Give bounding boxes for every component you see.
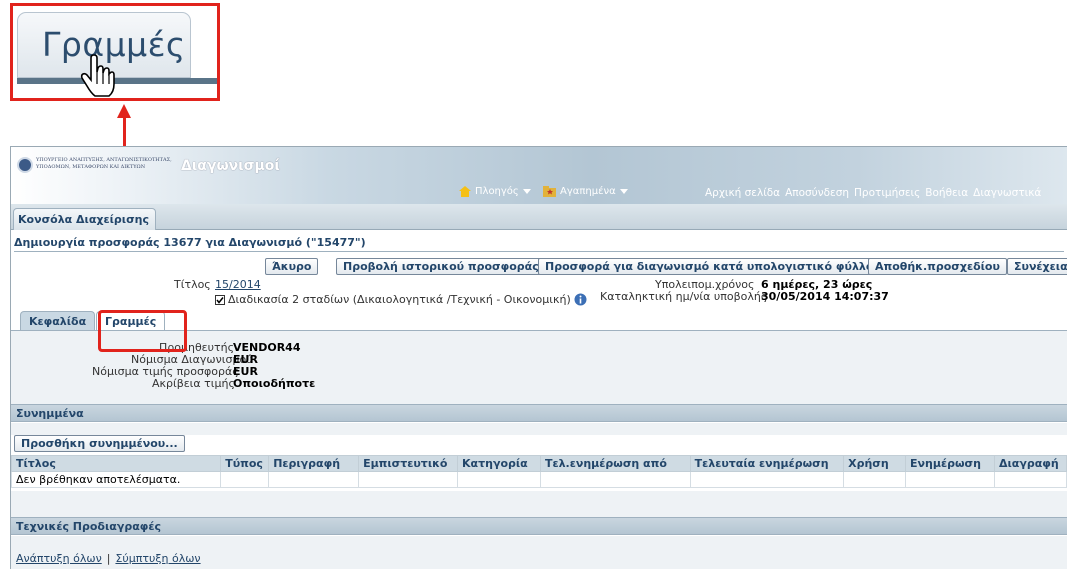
- tech-specs-section-header: Τεχνικές Προδιαγραφές: [11, 517, 1067, 535]
- collapse-all-link[interactable]: Σύμπτυξη όλων: [115, 552, 200, 565]
- admin-console-tab[interactable]: Κονσόλα Διαχείρισης: [13, 208, 156, 230]
- attachments-section-header: Συνημμένα: [11, 404, 1067, 422]
- column-header[interactable]: Τύπος: [220, 455, 270, 472]
- chevron-down-icon: [522, 189, 531, 194]
- zoom-tab-underline: [17, 78, 217, 84]
- attachments-table: Τίτλος Τύπος Περιγραφή Εμπιστευτικό Κατη…: [11, 455, 1067, 488]
- emblem-icon: [17, 157, 33, 173]
- zoom-callout: Γραμμές: [10, 3, 220, 101]
- table-cell: [358, 471, 459, 488]
- chevron-down-icon: [619, 189, 628, 194]
- deadline-value: 30/05/2014 14:07:37: [761, 290, 889, 303]
- ministry-logo: ΥΠΟΥΡΓΕΙΟ ΑΝΑΠΤΥΞΗΣ, ΑΝΤΑΓΩΝΙΣΤΙΚΟΤΗΤΑΣ,…: [17, 157, 176, 173]
- page-title: Δημιουργία προσφοράς 13677 για Διαγωνισμ…: [14, 236, 1064, 252]
- column-header[interactable]: Τελ.ενημέρωση από: [539, 455, 691, 472]
- attachments-spacer: [11, 423, 1067, 435]
- expand-all-link[interactable]: Ανάπτυξη όλων: [16, 552, 102, 565]
- table-cell: [993, 471, 1067, 488]
- continue-button[interactable]: Συνέχεια: [1007, 258, 1067, 275]
- favorites-menu[interactable]: Αγαπημένα: [543, 186, 628, 197]
- title-value-link[interactable]: 15/2014: [215, 278, 261, 291]
- hand-cursor-icon: [80, 54, 115, 97]
- column-header[interactable]: Εμπιστευτικό: [358, 455, 459, 472]
- table-cell: [220, 471, 270, 488]
- spreadsheet-bid-button[interactable]: Προσφορά για διαγωνισμό κατά υπολογιστικ…: [538, 258, 881, 275]
- add-attachment-button[interactable]: Προσθήκη συνημμένου...: [14, 435, 185, 452]
- table-row: Δεν βρέθηκαν αποτελέσματα.: [11, 471, 1067, 488]
- column-header[interactable]: Κατηγορία: [457, 455, 541, 472]
- navigator-label: Πλοηγός: [475, 186, 519, 197]
- two-stage-row: Διαδικασία 2 σταδίων (Δικαιολογητικά /Τε…: [215, 293, 587, 306]
- preferences-link[interactable]: Προτιμήσεις: [854, 187, 920, 199]
- cancel-button[interactable]: Άκυρο: [265, 258, 319, 275]
- cancel-button-label: Άκυρο: [272, 260, 312, 273]
- lines-tab-highlight: [98, 310, 187, 352]
- table-cell: [843, 471, 907, 488]
- table-cell: [268, 471, 360, 488]
- column-header[interactable]: Τίτλος: [11, 455, 222, 472]
- column-header[interactable]: Διαγραφή: [993, 455, 1067, 472]
- header-band: [11, 204, 1067, 230]
- info-icon[interactable]: [574, 293, 587, 306]
- deadline-label: Καταληκτική ημ/νία υποβολής: [600, 290, 768, 303]
- spacer-band: [11, 491, 1067, 517]
- favorites-label: Αγαπημένα: [560, 186, 616, 197]
- logout-link[interactable]: Αποσύνδεση: [785, 187, 849, 199]
- tab-header[interactable]: Κεφαλίδα: [20, 311, 96, 331]
- logo-text: ΥΠΟΥΡΓΕΙΟ ΑΝΑΠΤΥΞΗΣ, ΑΝΤΑΓΩΝΙΣΤΙΚΟΤΗΤΑΣ,…: [36, 157, 172, 170]
- price-precision-label: Ακρίβεια τιμής: [152, 377, 235, 390]
- app-title: Διαγωνισμοί: [181, 158, 280, 174]
- two-stage-label: Διαδικασία 2 σταδίων (Δικαιολογητικά /Τε…: [228, 293, 571, 306]
- global-links: Αρχική σελίδα Αποσύνδεση Προτιμήσεις Βοή…: [705, 187, 1041, 199]
- no-results-message: Δεν βρέθηκαν αποτελέσματα.: [11, 471, 222, 488]
- table-header-row: Τίτλος Τύπος Περιγραφή Εμπιστευτικό Κατη…: [11, 455, 1067, 472]
- save-draft-button[interactable]: Αποθήκ.προσχεδίου: [868, 258, 1007, 275]
- home-icon: [459, 186, 471, 197]
- table-cell: [689, 471, 845, 488]
- stage: Γραμμές ΥΠΟΥΡΓΕΙΟ ΑΝΑΠΤΥΞΗΣ, ΑΝΤΑΓΩΝΙΣΤΙ…: [0, 0, 1067, 569]
- checkbox-checked-icon[interactable]: [215, 294, 225, 305]
- table-cell: [539, 471, 691, 488]
- favorites-folder-icon: [543, 186, 556, 197]
- table-cell: [905, 471, 995, 488]
- column-header[interactable]: Τελευταία ενημέρωση: [689, 455, 845, 472]
- view-history-button[interactable]: Προβολή ιστορικού προσφοράς: [336, 258, 546, 275]
- title-label: Τίτλος: [174, 278, 211, 291]
- column-header[interactable]: Ενημέρωση: [905, 455, 995, 472]
- navigator-menu[interactable]: Πλοηγός: [459, 186, 531, 197]
- link-separator: |: [106, 552, 111, 565]
- diagnostics-link[interactable]: Διαγνωστικά: [973, 187, 1041, 199]
- price-precision-value: Οποιοδήποτε: [233, 377, 316, 390]
- column-header[interactable]: Περιγραφή: [268, 455, 360, 472]
- table-cell: [457, 471, 541, 488]
- column-header[interactable]: Χρήση: [843, 455, 907, 472]
- help-link[interactable]: Βοήθεια: [925, 187, 968, 199]
- app-screen: ΥΠΟΥΡΓΕΙΟ ΑΝΑΠΤΥΞΗΣ, ΑΝΤΑΓΩΝΙΣΤΙΚΟΤΗΤΑΣ,…: [10, 146, 1067, 569]
- expand-collapse-links: Ανάπτυξη όλων | Σύμπτυξη όλων: [16, 552, 201, 565]
- home-link[interactable]: Αρχική σελίδα: [705, 187, 780, 199]
